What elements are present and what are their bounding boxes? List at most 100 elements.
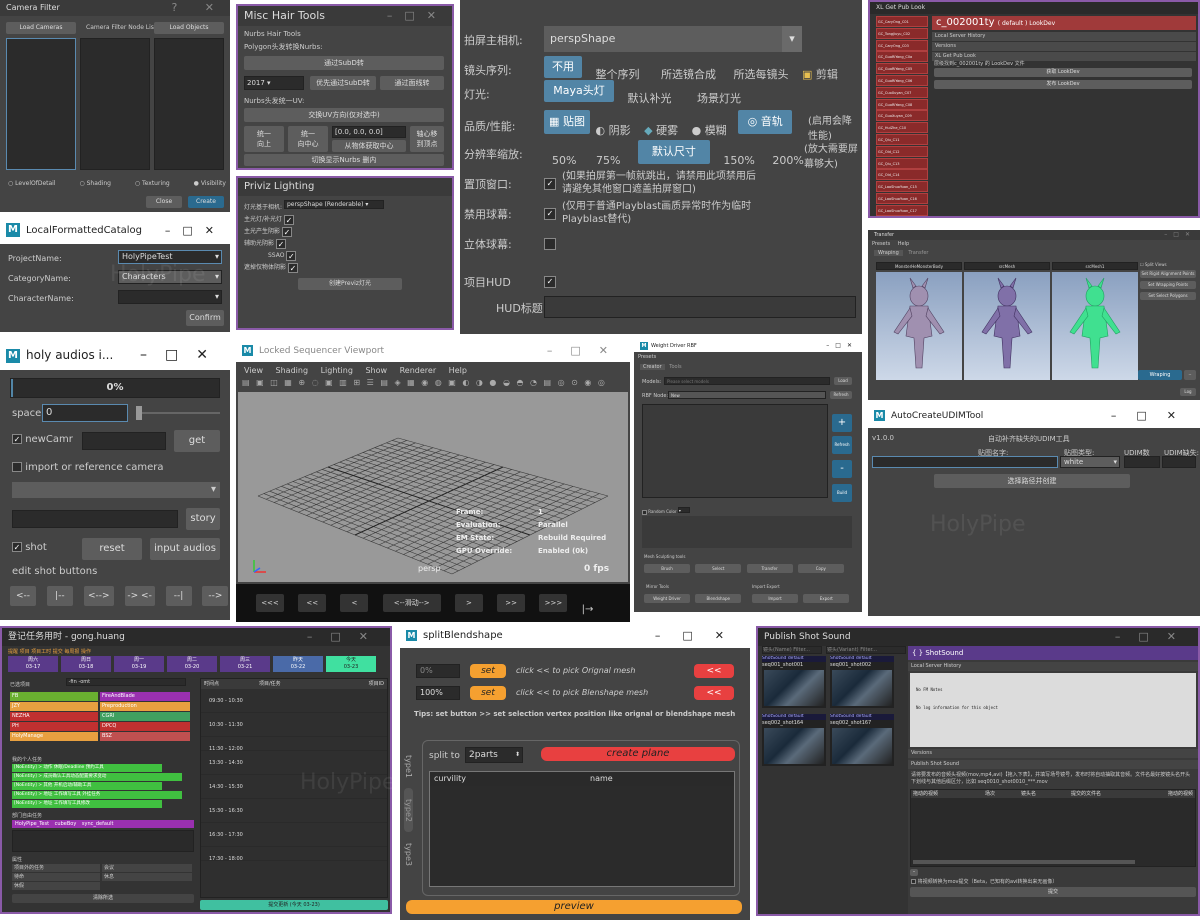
- slider-handle[interactable]: [136, 406, 142, 420]
- res-150[interactable]: 150%: [723, 154, 754, 167]
- res-75[interactable]: 75%: [596, 154, 620, 167]
- udim-missing-input[interactable]: [1162, 456, 1196, 468]
- nav-shrink-button[interactable]: -> <-: [124, 586, 155, 606]
- light-camera-dropdown[interactable]: perspShape (Renderable) ▾: [283, 200, 384, 209]
- random-color-checkbox[interactable]: [642, 509, 647, 515]
- blendshape-weight-input[interactable]: 100%: [416, 686, 460, 700]
- time-slot[interactable]: 14:30 - 15:30: [201, 775, 387, 799]
- ssao-checkbox[interactable]: ✓: [286, 250, 297, 261]
- day-tab[interactable]: 周六 03-17: [8, 656, 58, 672]
- menu-help[interactable]: Help: [898, 241, 909, 247]
- versions-section[interactable]: Versions: [908, 749, 1198, 758]
- select-button[interactable]: Select: [695, 564, 742, 573]
- import-button[interactable]: Import: [752, 594, 798, 603]
- tab-type1[interactable]: type1: [404, 744, 413, 788]
- tab-tools[interactable]: Tools: [666, 364, 684, 370]
- seq-nav-back[interactable]: <: [340, 594, 369, 612]
- stepper-arrows-icon[interactable]: ⬍: [515, 748, 520, 762]
- tab-type3[interactable]: type3: [404, 832, 413, 876]
- udim-count-input[interactable]: [1124, 456, 1160, 468]
- set-original-button[interactable]: set: [470, 664, 506, 678]
- day-tab[interactable]: 周日 03-18: [61, 656, 111, 672]
- asset-list-item[interactable]: GC_Tongjiuyu_C02: [876, 27, 928, 39]
- attr-row[interactable]: 待命 休息: [12, 873, 194, 881]
- split-parts-stepper[interactable]: 2parts ⬍: [465, 747, 523, 763]
- asset-list-item[interactable]: GC_GuoRiYang_C06: [876, 74, 928, 86]
- get-button[interactable]: get: [174, 430, 220, 452]
- my-task-item[interactable]: [NoEntity] > 成员确认工具动态配置要求变动: [12, 773, 182, 781]
- convert-mov-checkbox[interactable]: [911, 879, 916, 884]
- film-icon[interactable]: ▣: [802, 68, 812, 81]
- window-controls[interactable]: –□✕: [655, 624, 746, 648]
- input-audios-button[interactable]: input audios: [150, 538, 220, 560]
- light-option-scene[interactable]: 场景灯光: [697, 92, 741, 105]
- priority-subd-button[interactable]: 优先通过SubD转: [310, 76, 376, 90]
- select-polygons-button[interactable]: Set Select Polygons: [1140, 292, 1196, 300]
- radio-visibility[interactable]: ● Visibility: [194, 180, 226, 187]
- time-slot[interactable]: 15:30 - 16:30: [201, 799, 387, 823]
- asset-list-item[interactable]: GC_CaryOng_C03: [876, 39, 928, 51]
- tab-creator[interactable]: Creator: [640, 364, 665, 370]
- import-camera-checkbox[interactable]: [12, 462, 22, 472]
- name-filter-input[interactable]: 镜头(Name) Filter...: [762, 646, 822, 654]
- wrapping-points-button[interactable]: Set Wrapping Points: [1140, 281, 1196, 289]
- priviz-row-object[interactable]: 遮掉仅物体阴影 ✓: [244, 262, 314, 274]
- dept-task-item[interactable]: HolyPipe_Test cubeBoy sync_default: [12, 820, 194, 828]
- set-blendshape-button[interactable]: set: [470, 686, 506, 700]
- asset-list-item[interactable]: GC_LaoShuoYuan_C16: [876, 192, 928, 204]
- story-input[interactable]: [12, 510, 178, 528]
- toolbar-icons[interactable]: ▤ ▣ ◫ ▦ ⊕ ◌ ▣ ▥ ⊞ ☰ ▤ ◈ ▦ ◉ ◍ ▣ ◐ ◑ ● ◒ …: [242, 378, 607, 387]
- asset-list-item[interactable]: GC_CuoXuyan_C07: [876, 86, 928, 98]
- remove-pose-button[interactable]: -: [832, 460, 852, 478]
- character-dropdown[interactable]: ▾: [118, 290, 222, 304]
- day-tab[interactable]: 周二 03-20: [167, 656, 217, 672]
- window-controls[interactable]: –□✕: [1111, 404, 1196, 428]
- pick-blendshape-button[interactable]: <<: [694, 686, 734, 700]
- project-row[interactable]: HolyManage BSZ: [10, 732, 194, 741]
- stereo-checkbox[interactable]: [544, 238, 556, 250]
- fill-shadow-checkbox[interactable]: ✓: [275, 238, 286, 249]
- menu-shading[interactable]: Shading: [276, 366, 309, 375]
- local-server-history[interactable]: Local Server History: [932, 32, 1196, 41]
- priviz-row-shadow[interactable]: 主光产生阴影 ✓: [244, 226, 314, 238]
- time-slot[interactable]: 17:30 - 18:00: [201, 847, 387, 862]
- quality-audio[interactable]: ◎ 音轨: [738, 110, 793, 134]
- submit-button[interactable]: 提交: [910, 887, 1196, 897]
- clear-selected-button[interactable]: 清除所选: [12, 894, 194, 903]
- center-coords-field[interactable]: [0.0, 0.0, 0.0]: [332, 126, 406, 138]
- time-slot[interactable]: 10:30 - 11:30: [201, 713, 387, 737]
- tab-wraping[interactable]: Wraping: [874, 250, 903, 256]
- seq-nav-end[interactable]: |→: [582, 604, 594, 615]
- shot-checkbox[interactable]: ✓: [12, 542, 22, 552]
- preview-button[interactable]: preview: [406, 900, 742, 914]
- submit-update-button[interactable]: 提交更新 (今天 03-23): [200, 900, 388, 910]
- filter-input[interactable]: -fin -omt: [65, 678, 186, 686]
- attr-row[interactable]: 休假: [12, 882, 194, 890]
- publish-section[interactable]: Publish Shot Sound: [908, 760, 1198, 769]
- project-row[interactable]: JZY Preproduction: [10, 702, 194, 711]
- dome-checkbox[interactable]: ✓: [544, 208, 556, 220]
- shot-thumbnail[interactable]: ShotSound default seq001_shot001: [762, 656, 826, 708]
- asset-list-item[interactable]: GC_GuoRiYang_C08: [876, 98, 928, 110]
- nav-first-button[interactable]: <--: [10, 586, 36, 606]
- asset-list-item[interactable]: GC_CaryOng_C01: [876, 16, 928, 27]
- cut-label[interactable]: 剪辑: [816, 68, 838, 81]
- weight-driver-button[interactable]: Weight Driver: [644, 594, 690, 603]
- top-window-checkbox[interactable]: ✓: [544, 178, 556, 190]
- camera-select-dropdown[interactable]: ▾: [12, 482, 220, 498]
- window-controls[interactable]: –□✕: [1164, 230, 1196, 240]
- my-task-item[interactable]: [NoEntity] > 地址 工作填写工具 外挂任务: [12, 791, 182, 799]
- export-button[interactable]: Export: [803, 594, 850, 603]
- menu-help[interactable]: Help: [449, 366, 467, 375]
- nav-expand-button[interactable]: <-->: [83, 586, 114, 606]
- models-input[interactable]: Please select models: [664, 377, 830, 385]
- swap-uv-button[interactable]: 交换UV方向(仅对选中): [244, 108, 444, 122]
- version-dropdown[interactable]: 2017 ▾: [244, 76, 304, 90]
- seq-nav-scrub[interactable]: <--滑动-->: [382, 594, 441, 612]
- key-shadow-checkbox[interactable]: ✓: [281, 226, 292, 237]
- window-controls[interactable]: –□✕: [387, 6, 448, 26]
- copy-button[interactable]: Copy: [797, 564, 844, 573]
- light-option-default[interactable]: 默认补光: [628, 92, 672, 105]
- menu-view[interactable]: View: [244, 366, 263, 375]
- newcamr-input[interactable]: [82, 432, 166, 450]
